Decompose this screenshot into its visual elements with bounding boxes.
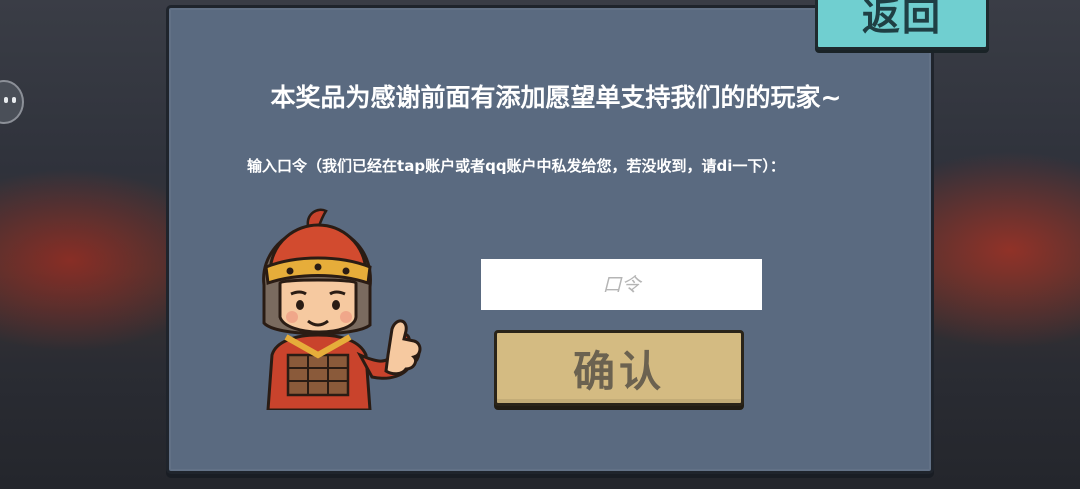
dialog-title: 本奖品为感谢前面有添加愿望单支持我们的的玩家~ — [270, 83, 842, 112]
confirm-button-label: 确认 — [572, 346, 665, 396]
back-button-label: 返回 — [861, 0, 942, 39]
back-button[interactable]: 返回 — [815, 0, 989, 50]
dialog-instruction: 输入口令（我们已经在tap账户或者qq账户中私发给您，若没收到，请di一下）： — [247, 157, 785, 175]
code-input[interactable] — [481, 259, 762, 310]
confirm-button[interactable]: 确认 — [494, 330, 744, 406]
warrior-thumbs-up-icon — [262, 208, 422, 410]
